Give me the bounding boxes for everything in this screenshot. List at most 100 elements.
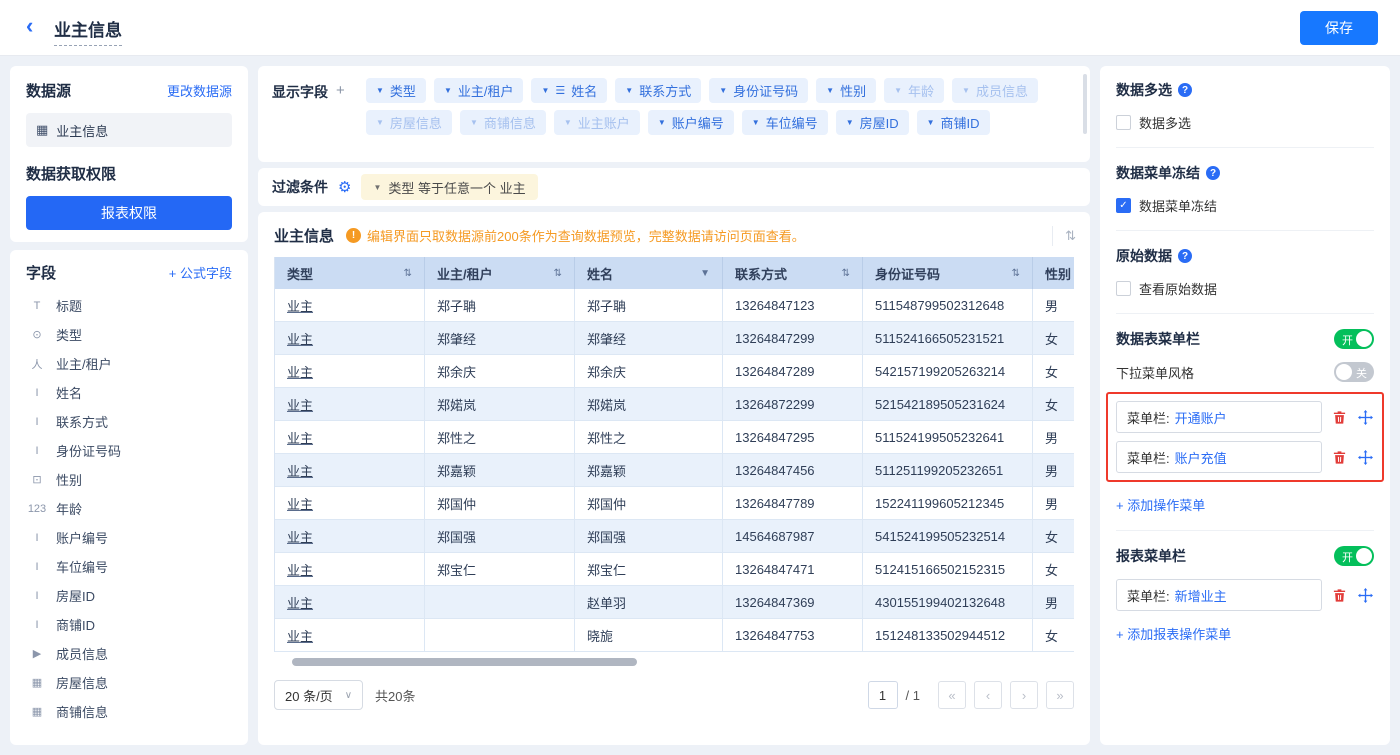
field-type-icon: ▦ bbox=[26, 676, 48, 689]
back-icon[interactable]: ‹ bbox=[26, 14, 33, 38]
table-header-cell[interactable]: 性别 ⇅ bbox=[1033, 257, 1074, 289]
field-item[interactable]: T 标题 bbox=[26, 291, 232, 320]
checkbox-unchecked-icon[interactable] bbox=[1116, 281, 1131, 296]
field-item[interactable]: I 账户编号 bbox=[26, 523, 232, 552]
warning-icon: ! bbox=[346, 228, 361, 243]
display-field-chip[interactable]: ▼ 房屋信息 bbox=[366, 110, 452, 135]
table-header-cell[interactable]: 类型 ⇅ bbox=[275, 257, 425, 289]
field-item[interactable]: ▦ 房屋信息 bbox=[26, 668, 232, 697]
add-action-menu-link[interactable]: + 添加操作菜单 bbox=[1116, 495, 1205, 514]
menu-item-box[interactable]: 菜单栏: 账户充值 bbox=[1116, 441, 1322, 473]
field-item[interactable]: ⊡ 性别 bbox=[26, 465, 232, 494]
move-icon[interactable] bbox=[1357, 587, 1374, 604]
pagination-nav-button[interactable]: ‹ bbox=[974, 681, 1002, 709]
page-title[interactable]: 业主信息 bbox=[54, 16, 122, 46]
pagination-nav-button[interactable]: « bbox=[938, 681, 966, 709]
display-field-chip[interactable]: ▼ 性别 bbox=[816, 78, 876, 103]
page-size-select[interactable]: 20 条/页 ∨ bbox=[274, 680, 363, 710]
field-item[interactable]: ▶ 成员信息 bbox=[26, 639, 232, 668]
table-cell: 511524166505231521 bbox=[863, 322, 1033, 354]
table-title: 业主信息 bbox=[274, 225, 334, 246]
display-field-chip[interactable]: ▼ 类型 bbox=[366, 78, 426, 103]
pagination-nav-button[interactable]: » bbox=[1046, 681, 1074, 709]
change-datasource-link[interactable]: 更改数据源 bbox=[167, 81, 232, 100]
table-cell: 业主 bbox=[275, 619, 425, 651]
table-cell: 男 bbox=[1033, 421, 1074, 453]
report-menu-toggle[interactable]: 开 bbox=[1334, 546, 1374, 566]
move-icon[interactable] bbox=[1357, 449, 1374, 466]
raw-data-option[interactable]: 查看原始数据 bbox=[1116, 279, 1374, 298]
report-permission-button[interactable]: 报表权限 bbox=[26, 196, 232, 230]
field-item[interactable]: 123 年龄 bbox=[26, 494, 232, 523]
display-field-chip[interactable]: ▼ 房屋ID bbox=[836, 110, 909, 135]
checkbox-checked-icon[interactable]: ✓ bbox=[1116, 198, 1131, 213]
display-field-chip[interactable]: ▼ 联系方式 bbox=[615, 78, 701, 103]
display-field-chip[interactable]: ▼ 身份证号码 bbox=[709, 78, 808, 103]
display-field-chip[interactable]: ▼ 商铺ID bbox=[917, 110, 990, 135]
delete-icon[interactable] bbox=[1331, 587, 1348, 604]
multi-select-option[interactable]: 数据多选 bbox=[1116, 113, 1374, 132]
field-item[interactable]: I 商铺ID bbox=[26, 610, 232, 639]
column-sort-icon[interactable]: ⇅ bbox=[554, 268, 562, 279]
table-cell: 男 bbox=[1033, 487, 1074, 519]
table-header-cell[interactable]: 业主/租户 ⇅ bbox=[425, 257, 575, 289]
display-field-chip[interactable]: ▼ 业主/租户 bbox=[434, 78, 524, 103]
move-icon[interactable] bbox=[1357, 409, 1374, 426]
column-sort-icon[interactable]: ⇅ bbox=[842, 268, 850, 279]
gear-icon[interactable]: ⚙ bbox=[338, 178, 351, 196]
freeze-option[interactable]: ✓ 数据菜单冻结 bbox=[1116, 196, 1374, 215]
save-button[interactable]: 保存 bbox=[1300, 11, 1378, 45]
caret-down-icon: ▼ bbox=[962, 86, 970, 95]
help-icon[interactable]: ? bbox=[1178, 83, 1192, 97]
delete-icon[interactable] bbox=[1331, 449, 1348, 466]
caret-down-icon: ▼ bbox=[541, 86, 549, 95]
menu-item-name[interactable]: 账户充值 bbox=[1175, 448, 1227, 467]
field-item[interactable]: ▦ 商铺信息 bbox=[26, 697, 232, 726]
column-sort-icon[interactable]: ▼ bbox=[700, 268, 710, 279]
field-item[interactable]: ⊙ 类型 bbox=[26, 320, 232, 349]
table-cell: 郑国强 bbox=[575, 520, 723, 552]
menu-item-box[interactable]: 菜单栏: 新增业主 bbox=[1116, 579, 1322, 611]
menu-item-name[interactable]: 新增业主 bbox=[1175, 586, 1227, 605]
menu-item-box[interactable]: 菜单栏: 开通账户 bbox=[1116, 401, 1322, 433]
menu-item-prefix: 菜单栏: bbox=[1127, 448, 1170, 467]
custom-sort-icon[interactable]: ⇅ bbox=[1052, 226, 1076, 246]
table-header-cell[interactable]: 身份证号码 ⇅ bbox=[863, 257, 1033, 289]
display-field-chip[interactable]: ▼ ☰ 姓名 bbox=[531, 78, 607, 103]
display-field-chip[interactable]: ▼ 账户编号 bbox=[648, 110, 734, 135]
table-header-cell[interactable]: 联系方式 ⇅ bbox=[723, 257, 863, 289]
field-item[interactable]: 人 业主/租户 bbox=[26, 349, 232, 378]
delete-icon[interactable] bbox=[1331, 409, 1348, 426]
horizontal-scrollbar-thumb[interactable] bbox=[292, 658, 637, 666]
table-row: 业主郑国仲郑国仲13264847789152241199605212345男 bbox=[275, 487, 1074, 520]
help-icon[interactable]: ? bbox=[1206, 166, 1220, 180]
display-field-chip[interactable]: ▼ 车位编号 bbox=[742, 110, 828, 135]
display-field-chip[interactable]: ▼ 业主账户 bbox=[554, 110, 640, 135]
filter-condition-chip[interactable]: ▼ 类型 等于任意一个 业主 bbox=[361, 174, 537, 200]
current-page-box[interactable]: 1 bbox=[868, 681, 898, 709]
chips-scrollbar[interactable] bbox=[1083, 74, 1087, 134]
add-report-menu-link[interactable]: + 添加报表操作菜单 bbox=[1116, 624, 1231, 643]
pagination-nav-button[interactable]: › bbox=[1010, 681, 1038, 709]
datasource-item[interactable]: ▦ 业主信息 bbox=[26, 113, 232, 147]
field-item[interactable]: I 身份证号码 bbox=[26, 436, 232, 465]
field-item[interactable]: I 房屋ID bbox=[26, 581, 232, 610]
field-item[interactable]: I 姓名 bbox=[26, 378, 232, 407]
field-item[interactable]: I 车位编号 bbox=[26, 552, 232, 581]
checkbox-unchecked-icon[interactable] bbox=[1116, 115, 1131, 130]
table-header-cell[interactable]: 姓名 ▼ bbox=[575, 257, 723, 289]
table-cell: 14564687987 bbox=[723, 520, 863, 552]
display-field-chip[interactable]: ▼ 年龄 bbox=[884, 78, 944, 103]
display-field-chip[interactable]: ▼ 商铺信息 bbox=[460, 110, 546, 135]
formula-field-link[interactable]: + 公式字段 bbox=[169, 263, 232, 282]
display-field-chip[interactable]: ▼ 成员信息 bbox=[952, 78, 1038, 103]
dropdown-style-toggle[interactable]: 关 bbox=[1334, 362, 1374, 382]
add-display-field-button[interactable]: + bbox=[336, 82, 345, 99]
field-item[interactable]: I 联系方式 bbox=[26, 407, 232, 436]
table-menu-toggle[interactable]: 开 bbox=[1334, 329, 1374, 349]
table-cell: 郑嘉颖 bbox=[575, 454, 723, 486]
column-sort-icon[interactable]: ⇅ bbox=[404, 268, 412, 279]
menu-item-name[interactable]: 开通账户 bbox=[1175, 408, 1227, 427]
help-icon[interactable]: ? bbox=[1178, 249, 1192, 263]
column-sort-icon[interactable]: ⇅ bbox=[1012, 268, 1020, 279]
